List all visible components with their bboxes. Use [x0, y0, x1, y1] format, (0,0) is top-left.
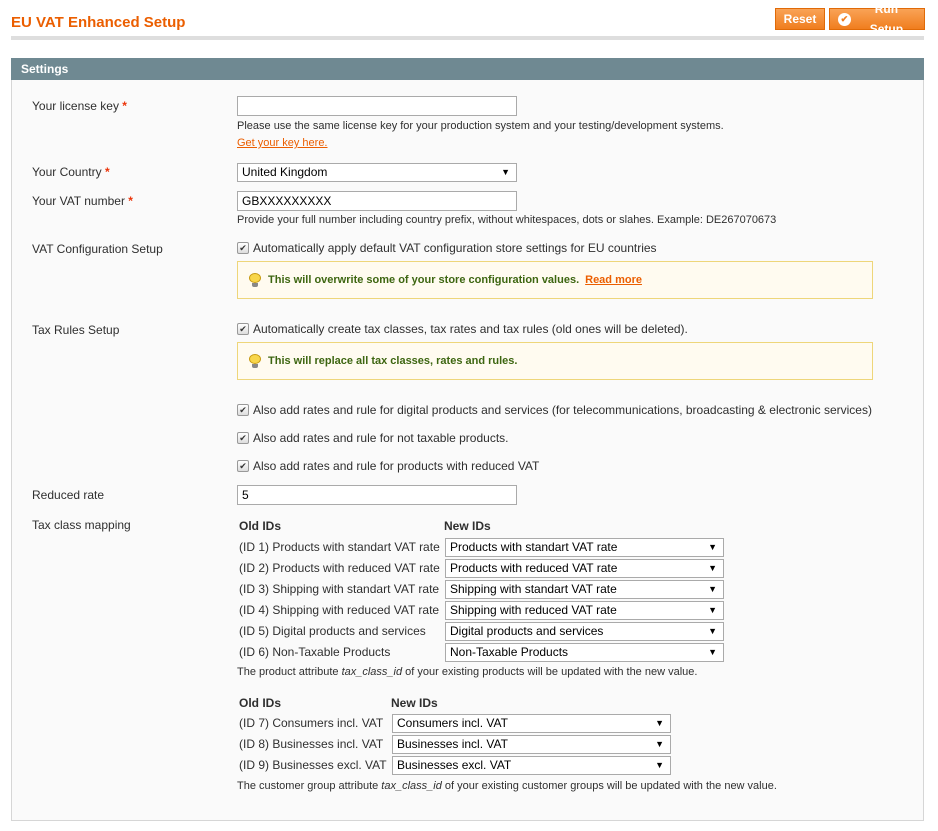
product-mapping-note: The product attribute tax_class_id of yo… — [237, 666, 698, 678]
new-id-value: Businesses excl. VAT — [397, 758, 512, 772]
dropdown-arrow-icon: ▼ — [708, 542, 717, 552]
old-id-label: (ID 5) Digital products and services — [239, 624, 426, 638]
reduced-rate-label: Reduced rate — [32, 488, 105, 502]
dropdown-arrow-icon: ▼ — [708, 626, 717, 636]
new-id-select[interactable]: Shipping with standart VAT rate ▼ — [445, 580, 724, 599]
old-id-label: (ID 1) Products with standart VAT rate — [239, 540, 440, 554]
page-title: EU VAT Enhanced Setup — [11, 14, 186, 31]
reset-label: Reset — [783, 12, 817, 26]
title-divider — [11, 36, 924, 40]
dropdown-arrow-icon: ▼ — [708, 563, 717, 573]
license-key-note: Please use the same license key for your… — [237, 120, 724, 132]
vat-number-note: Provide your full number including count… — [237, 214, 777, 226]
new-id-select[interactable]: Shipping with reduced VAT rate ▼ — [445, 601, 724, 620]
get-key-link[interactable]: Get your key here. — [237, 137, 328, 149]
new-ids-header: New IDs — [444, 519, 491, 533]
lightbulb-icon — [248, 273, 262, 287]
dropdown-arrow-icon: ▼ — [655, 718, 664, 728]
digital-products-checkbox-row[interactable]: ✔ Also add rates and rule for digital pro… — [237, 403, 872, 417]
new-id-value: Businesses incl. VAT — [397, 737, 508, 751]
new-id-value: Shipping with reduced VAT rate — [450, 603, 617, 617]
new-ids-header-customers: New IDs — [391, 696, 438, 710]
new-id-value: Non-Taxable Products — [450, 645, 569, 659]
vat-config-label: VAT Configuration Setup — [32, 242, 163, 256]
dropdown-arrow-icon: ▼ — [655, 739, 664, 749]
tax-rules-checkbox-row[interactable]: ✔ Automatically create tax classes, tax r… — [237, 322, 688, 336]
old-id-label: (ID 3) Shipping with standart VAT rate — [239, 582, 440, 596]
lightbulb-icon — [248, 354, 262, 368]
dropdown-arrow-icon: ▼ — [708, 647, 717, 657]
reduced-vat-checkbox[interactable]: ✔ — [237, 460, 249, 472]
new-id-value: Shipping with standart VAT rate — [450, 582, 617, 596]
not-taxable-checkbox-row[interactable]: ✔ Also add rates and rule for not taxable… — [237, 431, 509, 445]
new-id-value: Digital products and services — [450, 624, 604, 638]
country-select[interactable]: United Kingdom ▼ — [237, 163, 517, 182]
old-ids-header-customers: Old IDs — [239, 696, 282, 710]
dropdown-arrow-icon: ▼ — [708, 605, 717, 615]
dropdown-arrow-icon: ▼ — [655, 760, 664, 770]
new-id-value: Products with standart VAT rate — [450, 540, 618, 554]
new-id-select[interactable]: Consumers incl. VAT ▼ — [392, 714, 671, 733]
new-id-select[interactable]: Non-Taxable Products ▼ — [445, 643, 724, 662]
dropdown-arrow-icon: ▼ — [708, 584, 717, 594]
country-label: Your Country * — [32, 165, 110, 179]
run-setup-button[interactable]: ✔ Run Setup — [829, 2, 925, 36]
license-key-label: Your license key * — [32, 99, 127, 113]
old-id-label: (ID 6) Non-Taxable Products — [239, 645, 391, 659]
new-id-value: Products with reduced VAT rate — [450, 561, 618, 575]
customer-mapping-note: The customer group attribute tax_class_i… — [237, 780, 777, 792]
old-id-label: (ID 4) Shipping with reduced VAT rate — [239, 603, 440, 617]
tax-rules-label: Tax Rules Setup — [32, 323, 120, 337]
new-id-select[interactable]: Products with reduced VAT rate ▼ — [445, 559, 724, 578]
new-id-select[interactable]: Businesses excl. VAT ▼ — [392, 756, 671, 775]
check-circle-icon: ✔ — [838, 12, 851, 26]
old-ids-header: Old IDs — [239, 519, 282, 533]
new-id-value: Consumers incl. VAT — [397, 716, 508, 730]
settings-section-header: Settings — [11, 58, 924, 80]
new-id-select[interactable]: Digital products and services ▼ — [445, 622, 724, 641]
old-id-label: (ID 9) Businesses excl. VAT — [239, 758, 387, 772]
dropdown-arrow-icon: ▼ — [501, 167, 510, 177]
tax-class-mapping-label: Tax class mapping — [32, 518, 131, 532]
tax-rules-checkbox[interactable]: ✔ — [237, 323, 249, 335]
new-id-select[interactable]: Businesses incl. VAT ▼ — [392, 735, 671, 754]
vat-config-checkbox-row[interactable]: ✔ Automatically apply default VAT configu… — [237, 241, 657, 255]
old-id-label: (ID 8) Businesses incl. VAT — [239, 737, 384, 751]
not-taxable-checkbox[interactable]: ✔ — [237, 432, 249, 444]
reset-button[interactable]: Reset — [775, 8, 825, 30]
old-id-label: (ID 2) Products with reduced VAT rate — [239, 561, 440, 575]
digital-products-checkbox[interactable]: ✔ — [237, 404, 249, 416]
vat-config-checkbox[interactable]: ✔ — [237, 242, 249, 254]
reduced-rate-input[interactable] — [237, 485, 517, 505]
license-key-input[interactable] — [237, 96, 517, 116]
read-more-link[interactable]: Read more — [585, 274, 642, 286]
reduced-vat-checkbox-row[interactable]: ✔ Also add rates and rule for products wi… — [237, 459, 539, 473]
new-id-select[interactable]: Products with standart VAT rate ▼ — [445, 538, 724, 557]
run-setup-label: Run Setup — [869, 2, 904, 36]
vat-number-input[interactable] — [237, 191, 517, 211]
tax-rules-notice: This will replace all tax classes, rates… — [237, 342, 873, 380]
old-id-label: (ID 7) Consumers incl. VAT — [239, 716, 384, 730]
vat-number-label: Your VAT number * — [32, 194, 133, 208]
vat-config-notice: This will overwrite some of your store c… — [237, 261, 873, 299]
